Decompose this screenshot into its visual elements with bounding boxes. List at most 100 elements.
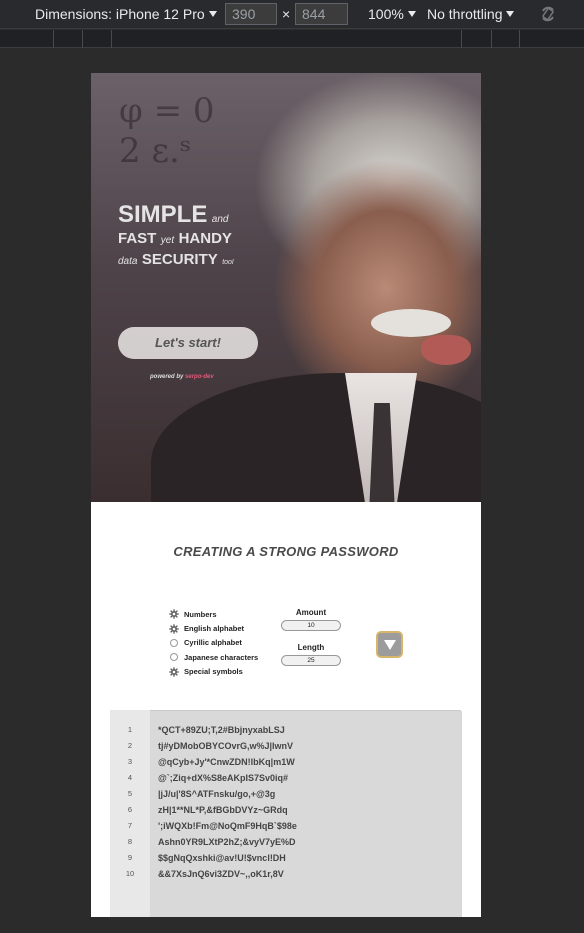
slogan-handy: HANDY [178,230,232,247]
media-query-ruler [0,30,584,48]
slogan-tool: tool [222,259,234,266]
ruler-segment[interactable] [491,30,492,48]
device-dimensions-dropdown[interactable]: Dimensions: iPhone 12 Pro [35,6,217,22]
password-text[interactable]: $$gNqQxshki@av!U!$vncl!DH [158,850,286,866]
zoom-label: 100% [368,6,404,22]
password-row: 3 @qCyb+Jy'*CnwZDN!lbKq|m1W [110,754,462,770]
password-text[interactable]: Ashn0YR9LXtP2hZ;&vyV7yE%D [158,834,296,850]
line-number: 7 [127,821,133,830]
password-row: 4 @`;Ziq+dX%S8eAKpIS7Sv0iq# [110,770,462,786]
powered-by-link[interactable]: serpo-dev [185,374,214,380]
line-number: 10 [125,869,135,878]
option-cyrillic[interactable]: Cyrillic alphabet [169,636,279,650]
ruler-segment[interactable] [82,30,83,48]
line-number: 3 [127,757,133,766]
radio-unchecked[interactable] [169,652,179,662]
generator-title: CREATING A STRONG PASSWORD [173,544,399,559]
chevron-down-icon [208,11,217,17]
line-number: 4 [127,773,133,782]
equation-bottom: 2 ε.ˢ [119,131,192,171]
ruler-segment[interactable] [53,30,54,48]
gear-check-icon[interactable] [169,609,179,619]
option-label: Japanese characters [184,652,259,662]
ruler-segment[interactable] [461,30,462,48]
slogan-simple: SIMPLE [118,201,208,228]
device-dimensions-label: Dimensions: iPhone 12 Pro [35,6,205,22]
hero-photo-coat [151,373,481,502]
line-number: 9 [127,853,133,862]
throttling-label: No throttling [427,6,503,22]
password-text[interactable]: ';iWQXb!Fm@NoQmF9HqB`$98e [158,818,297,834]
chevron-down-icon [506,11,515,17]
slogan-and: and [211,214,229,225]
password-text[interactable]: &&7XsJnQ6vi3ZDV~,,oK1r,8V [158,866,284,882]
line-number: 8 [127,837,133,846]
powered-by: powered by serpo-dev [150,374,214,380]
generate-button[interactable] [376,631,403,658]
password-row: 1 *QCT+89ZU;T,2#BbjnyxabLSJ [110,722,462,738]
hero-photo-moustache [371,309,451,337]
device-toolbar: Dimensions: iPhone 12 Pro × 100% No thro… [0,0,584,29]
password-text[interactable]: @qCyb+Jy'*CnwZDN!lbKq|m1W [158,754,295,770]
generator-settings: Amount 10 Length 25 [281,608,341,678]
chevron-down-icon [407,11,416,17]
height-input[interactable] [295,3,348,25]
slogan-data: data [118,256,138,267]
rotate-icon[interactable] [538,4,558,24]
lets-start-button[interactable]: Let's start! [118,327,258,359]
chalk-equation: φ = 0 2 ε.ˢ [119,91,249,211]
option-label: Numbers [184,609,217,619]
password-output[interactable]: 1 *QCT+89ZU;T,2#BbjnyxabLSJ 2 tj#yDMobOBYC… [110,710,462,917]
slogan-line-3: data SECURITY tool [118,252,234,268]
password-row: 7 ';iWQXb!Fm@NoQmF9HqB`$98e [110,818,462,834]
slogan-yet: yet [160,235,175,246]
password-row: 5 |jJ/u|'8S^ATFnsku/go,+@3g [110,786,462,802]
option-english[interactable]: English alphabet [169,621,279,635]
password-text[interactable]: |jJ/u|'8S^ATFnsku/go,+@3g [158,786,275,802]
slogan-line-2: FAST yet HANDY [118,231,234,247]
password-row: 9 $$gNqQxshki@av!U!$vncl!DH [110,850,462,866]
option-label: English alphabet [184,624,245,634]
hero-banner: φ = 0 2 ε.ˢ SIMPLE and FAST yet HANDY da… [91,73,481,502]
throttling-dropdown[interactable]: No throttling [427,6,515,22]
line-number: 6 [127,805,133,814]
line-number: 2 [127,741,133,750]
character-options: Numbers English alphabet Cyrillic alphab… [169,607,279,679]
password-row: 10 &&7XsJnQ6vi3ZDV~,,oK1r,8V [110,866,462,882]
gear-check-icon[interactable] [169,623,179,634]
option-japanese[interactable]: Japanese characters [169,650,279,664]
password-text[interactable]: tj#yDMobOBYCOvrG,w%J|lwnV [158,738,293,754]
password-row: 2 tj#yDMobOBYCOvrG,w%J|lwnV [110,738,462,754]
length-input[interactable]: 25 [281,655,341,666]
times-separator: × [282,6,291,22]
amount-label: Amount [295,608,327,617]
gear-check-icon[interactable] [169,667,179,677]
powered-prefix: powered by [150,374,184,380]
radio-unchecked[interactable] [169,638,179,648]
slogan-line-1: SIMPLE and [118,203,234,227]
line-number: 5 [127,789,133,798]
option-label: Cyrillic alphabet [184,638,242,648]
amount-input[interactable]: 10 [281,620,341,631]
slogan-security: SECURITY [141,251,218,268]
length-label: Length [297,643,325,652]
password-text[interactable]: @`;Ziq+dX%S8eAKpIS7Sv0iq# [158,770,288,786]
password-text[interactable]: zH|1**NL*P,&fBGbDVYz~GRdq [158,802,288,818]
device-viewport: φ = 0 2 ε.ˢ SIMPLE and FAST yet HANDY da… [91,73,481,917]
equation-top: φ = 0 [119,91,215,131]
option-numbers[interactable]: Numbers [169,607,279,621]
password-row: 8 Ashn0YR9LXtP2hZ;&vyV7yE%D [110,834,462,850]
hero-photo-tongue [421,335,471,365]
ruler-segment[interactable] [111,30,112,48]
ruler-segment[interactable] [519,30,520,48]
option-label: Special symbols [184,667,243,677]
line-number: 1 [127,725,133,734]
option-special[interactable]: Special symbols [169,665,279,679]
hero-slogan: SIMPLE and FAST yet HANDY data SECURITY … [118,203,234,268]
slogan-fast: FAST [118,230,157,247]
password-text[interactable]: *QCT+89ZU;T,2#BbjnyxabLSJ [158,722,285,738]
zoom-dropdown[interactable]: 100% [368,6,416,22]
triangle-down-icon [383,639,396,650]
password-row: 6 zH|1**NL*P,&fBGbDVYz~GRdq [110,802,462,818]
width-input[interactable] [225,3,277,25]
